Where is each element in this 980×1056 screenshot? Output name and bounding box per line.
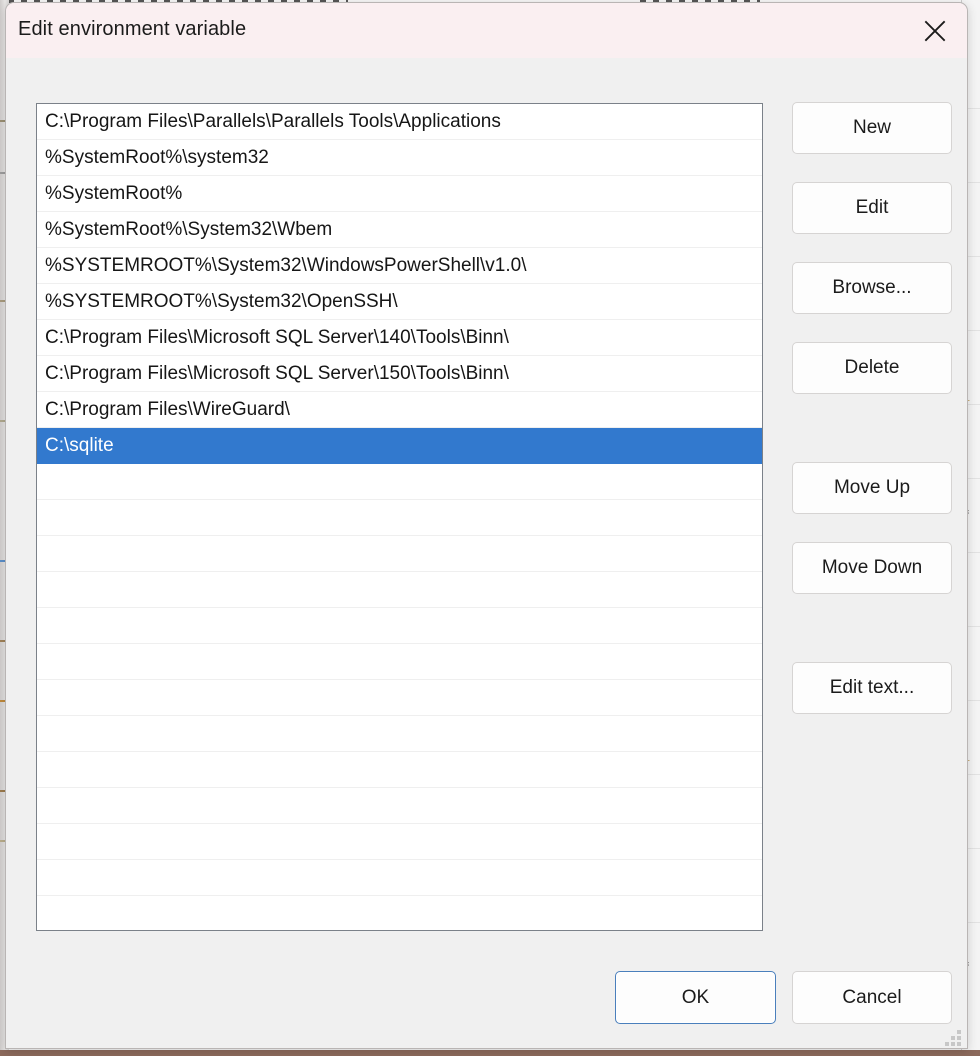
list-item[interactable]: [37, 752, 762, 788]
ok-button[interactable]: OK: [615, 971, 776, 1024]
edit-text-button[interactable]: Edit text...: [792, 662, 952, 714]
delete-button[interactable]: Delete: [792, 342, 952, 394]
move-down-button[interactable]: Move Down: [792, 542, 952, 594]
browse-button[interactable]: Browse...: [792, 262, 952, 314]
list-item[interactable]: [37, 644, 762, 680]
list-item[interactable]: C:\Program Files\Parallels\Parallels Too…: [37, 104, 762, 140]
list-item[interactable]: [37, 716, 762, 752]
list-item[interactable]: [37, 572, 762, 608]
list-item[interactable]: [37, 788, 762, 824]
list-item[interactable]: C:\Program Files\WireGuard\: [37, 392, 762, 428]
list-item[interactable]: %SYSTEMROOT%\System32\OpenSSH\: [37, 284, 762, 320]
list-item[interactable]: [37, 824, 762, 860]
resize-grip[interactable]: [944, 1029, 961, 1046]
list-item[interactable]: [37, 464, 762, 500]
new-button[interactable]: New: [792, 102, 952, 154]
list-item[interactable]: [37, 896, 762, 930]
list-item[interactable]: [37, 860, 762, 896]
list-item[interactable]: C:\Program Files\Microsoft SQL Server\15…: [37, 356, 762, 392]
path-entries-list[interactable]: C:\Program Files\Parallels\Parallels Too…: [36, 103, 763, 931]
close-icon[interactable]: [903, 3, 967, 58]
list-item[interactable]: %SYSTEMROOT%\System32\WindowsPowerShell\…: [37, 248, 762, 284]
list-item[interactable]: %SystemRoot%\system32: [37, 140, 762, 176]
list-item[interactable]: [37, 680, 762, 716]
list-item[interactable]: [37, 608, 762, 644]
edit-button[interactable]: Edit: [792, 182, 952, 234]
dialog-body: C:\Program Files\Parallels\Parallels Too…: [6, 58, 967, 1048]
title-bar: Edit environment variable: [6, 3, 967, 58]
move-up-button[interactable]: Move Up: [792, 462, 952, 514]
background-window-bottom-edge: [0, 1050, 980, 1056]
edit-environment-variable-dialog: Edit environment variable C:\Program Fil…: [5, 2, 968, 1049]
list-item[interactable]: %SystemRoot%: [37, 176, 762, 212]
list-item[interactable]: [37, 536, 762, 572]
window-title: Edit environment variable: [18, 18, 247, 40]
list-item[interactable]: C:\Program Files\Microsoft SQL Server\14…: [37, 320, 762, 356]
list-item[interactable]: %SystemRoot%\System32\Wbem: [37, 212, 762, 248]
cancel-button[interactable]: Cancel: [792, 971, 952, 1024]
list-item[interactable]: [37, 500, 762, 536]
list-item[interactable]: C:\sqlite: [37, 428, 762, 464]
